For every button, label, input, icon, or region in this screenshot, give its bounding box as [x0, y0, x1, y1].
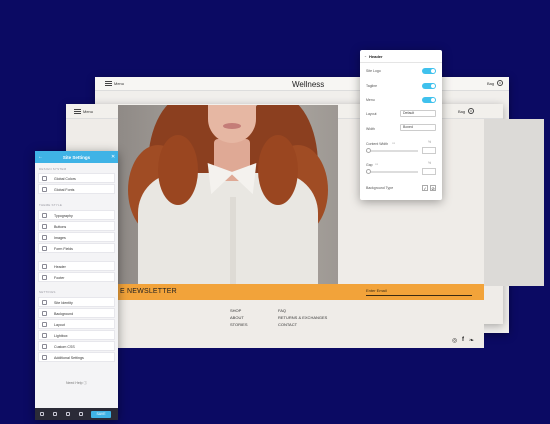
layout-label: Layout [366, 112, 377, 116]
settings-item-typography[interactable]: Typography [38, 210, 115, 220]
settings-item-lightbox[interactable]: Lightbox [38, 330, 115, 340]
instagram-icon[interactable]: ◎ [452, 337, 457, 344]
gear-icon [42, 355, 47, 360]
form-icon [42, 246, 47, 251]
footer-link[interactable]: SHOP [230, 307, 248, 314]
bag-label[interactable]: Bag [458, 109, 465, 114]
settings-item-global-colors[interactable]: Global Colors [38, 173, 115, 183]
image-icon [42, 235, 47, 240]
monitor-icon[interactable]: ▭ [392, 141, 395, 145]
twitter-icon[interactable]: ❧ [469, 337, 474, 344]
code-icon [42, 344, 47, 349]
menu-icon[interactable] [74, 109, 81, 114]
back-window-header: Menu Wellness Bag 0 [95, 77, 509, 91]
preview-icon[interactable] [79, 412, 83, 416]
footer-link[interactable]: STORIES [230, 321, 248, 328]
site-logo-toggle[interactable] [422, 68, 436, 74]
footer-link[interactable]: RETURNS & EXCHANGES [278, 314, 327, 321]
check-icon[interactable]: ✓ [422, 185, 428, 191]
hero-stage: Menu Wellness Bag 0 Menu Bag 0 E NEWSLET… [0, 0, 550, 424]
footer-link[interactable]: CONTACT [278, 321, 327, 328]
site-footer: SHOP ABOUT STORIES FAQ RETURNS & EXCHANG… [118, 300, 484, 348]
footer-icon [42, 275, 47, 280]
bag-label[interactable]: Bag [487, 81, 494, 86]
identity-icon [42, 300, 47, 305]
header-settings-panel: ⌄ Header Site Logo Tagline Menu Layout D… [360, 50, 442, 200]
menu-label[interactable]: Menu [83, 109, 93, 114]
settings-item-additional-settings[interactable]: Additional Settings [38, 352, 115, 362]
bag-count-badge[interactable]: 0 [497, 80, 503, 86]
layout-icon [42, 322, 47, 327]
editor-bottom-toolbar: SAVE [35, 408, 118, 420]
newsletter-email-input[interactable]: Enter Email [366, 287, 472, 296]
newsletter-title: E NEWSLETTER [120, 288, 177, 295]
site-settings-header: ← Site Settings ✕ [35, 151, 118, 163]
menu-label: Menu [366, 98, 375, 102]
hero-photo [118, 105, 338, 284]
brand-logo-text[interactable]: Wellness [292, 80, 324, 89]
settings-item-custom-css[interactable]: Custom CSS [38, 341, 115, 351]
menu-toggle[interactable] [422, 97, 436, 103]
history-icon[interactable] [66, 412, 70, 416]
settings-item-form-fields[interactable]: Form Fields [38, 243, 115, 253]
facebook-icon[interactable]: f [462, 337, 464, 343]
help-icon: ⓘ [83, 381, 88, 385]
site-settings-panel: ← Site Settings ✕ DESIGN SYSTEM Global C… [35, 151, 118, 420]
clear-icon[interactable]: ⊘ [430, 185, 436, 191]
tagline-toggle[interactable] [422, 83, 436, 89]
button-icon [42, 224, 47, 229]
palette-icon [42, 176, 47, 181]
gap-slider[interactable] [366, 169, 418, 174]
site-logo-label: Site Logo [366, 69, 381, 73]
content-width-input[interactable] [422, 147, 436, 154]
menu-icon[interactable] [105, 81, 112, 86]
footer-col-2: FAQ RETURNS & EXCHANGES CONTACT [278, 307, 327, 328]
menu-label[interactable]: Menu [114, 81, 124, 86]
settings-item-images[interactable]: Images [38, 232, 115, 242]
navigator-icon[interactable] [53, 412, 57, 416]
settings-item-layout[interactable]: Layout [38, 319, 115, 329]
typography-icon [42, 213, 47, 218]
width-select[interactable]: Boxed [400, 124, 436, 131]
gap-input[interactable] [422, 168, 436, 175]
close-icon[interactable]: ✕ [111, 154, 115, 160]
unit-icon[interactable]: % [428, 140, 431, 144]
footer-col-1: SHOP ABOUT STORIES [230, 307, 248, 328]
tagline-label: Tagline [366, 84, 378, 88]
settings-item-buttons[interactable]: Buttons [38, 221, 115, 231]
settings-item-background[interactable]: Background [38, 308, 115, 318]
need-help-link[interactable]: Need Help ⓘ [35, 381, 118, 386]
gap-label: Gap [366, 163, 373, 167]
footer-link[interactable]: FAQ [278, 307, 327, 314]
save-button[interactable]: SAVE [91, 410, 111, 418]
content-width-label: Content Width [366, 142, 389, 146]
content-width-slider[interactable] [366, 148, 418, 153]
settings-item-global-fonts[interactable]: Global Fonts [38, 184, 115, 194]
monitor-icon[interactable]: ▭ [375, 162, 378, 166]
section-design-system: DESIGN SYSTEM [39, 167, 67, 171]
settings-icon[interactable] [40, 412, 44, 416]
footer-link[interactable]: ABOUT [230, 314, 248, 321]
newsletter-bar: E NEWSLETTER Enter Email [118, 284, 484, 300]
header-icon [42, 264, 47, 269]
settings-item-site-identity[interactable]: Site Identity [38, 297, 115, 307]
section-theme-style: THEME STYLE [39, 203, 63, 207]
header-panel-title: Header [369, 54, 383, 59]
settings-item-footer[interactable]: Footer [38, 272, 115, 282]
unit-icon[interactable]: % [428, 161, 431, 165]
font-icon [42, 187, 47, 192]
bag-count-badge[interactable]: 0 [468, 108, 474, 114]
layout-select[interactable]: Default [400, 110, 436, 117]
settings-item-header[interactable]: Header [38, 261, 115, 271]
lightbox-icon [42, 333, 47, 338]
chevron-down-icon[interactable]: ⌄ [364, 54, 367, 58]
header-panel-titlebar: ⌄ Header [360, 50, 442, 63]
site-settings-title: Site Settings [62, 154, 91, 160]
background-type-label: Background Type [366, 186, 394, 190]
background-icon [42, 311, 47, 316]
background-strip [484, 119, 544, 286]
section-settings: SETTINGS [39, 290, 56, 294]
width-label: Width [366, 127, 375, 131]
